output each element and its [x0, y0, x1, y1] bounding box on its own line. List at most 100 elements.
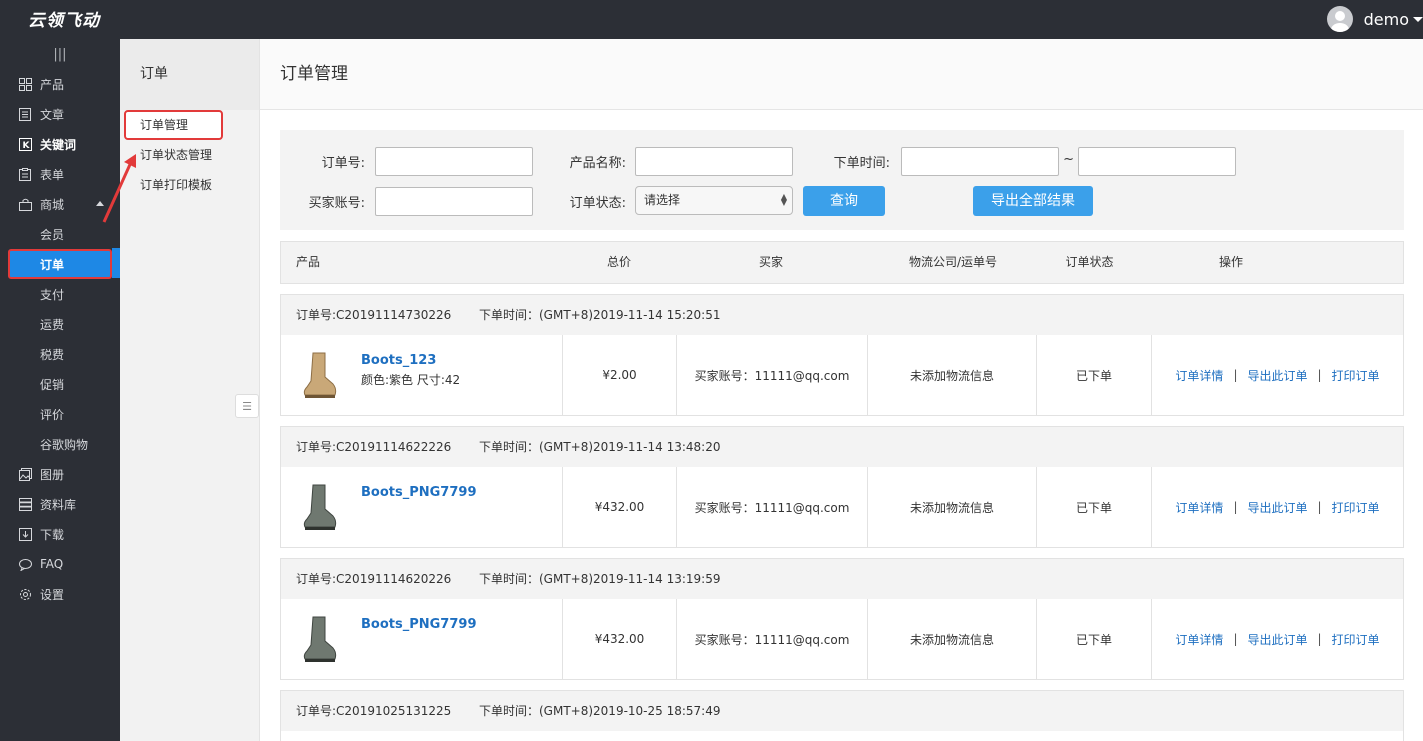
order-time: 下单时间：(GMT+8)2019-11-14 13:19:59: [479, 572, 721, 586]
print-order-link[interactable]: 打印订单: [1332, 367, 1380, 384]
separator: |: [1233, 368, 1238, 382]
sidebar-item-shipping[interactable]: 运费: [0, 309, 120, 339]
sidebar-item-form[interactable]: 表单: [0, 159, 120, 189]
product-name-link[interactable]: Boots_PNG7799: [361, 485, 476, 500]
order-total: ¥432.00: [562, 599, 676, 679]
order-time-start-input[interactable]: [901, 147, 1059, 176]
menu-collapse-icon[interactable]: |||: [0, 39, 120, 69]
download-icon: [18, 527, 32, 541]
sidebar-item-order[interactable]: 订单: [8, 249, 112, 279]
sidebar-item-review[interactable]: 评价: [0, 399, 120, 429]
product-name-link[interactable]: Boots_PNG7799: [361, 617, 476, 632]
order-buyer: 买家账号：11111@qq.com: [676, 467, 867, 547]
column-header-product: 产品: [296, 255, 321, 269]
order-status: 已下单: [1036, 599, 1151, 679]
document-icon: [18, 107, 32, 121]
print-order-link[interactable]: 打印订单: [1332, 631, 1380, 648]
order-row: Boots_PNG7799 ¥432.00 买家账号：11111@qq.com …: [281, 467, 1403, 547]
sidebar-item-label: 运费: [40, 317, 65, 332]
query-button[interactable]: 查询: [803, 186, 885, 216]
product-name-input[interactable]: [635, 147, 793, 176]
order-card: 订单号:C20191114620226 下单时间：(GMT+8)2019-11-…: [280, 558, 1404, 680]
sidebar-item-product[interactable]: 产品: [0, 69, 120, 99]
sidebar-item-label: 表单: [40, 167, 65, 182]
sidebar-item-label: FAQ: [40, 557, 64, 571]
sidebar-item-label: 订单: [40, 257, 65, 272]
secondary-sidebar: 订单 订单管理 订单状态管理 订单打印模板: [120, 39, 260, 741]
sidebar-item-settings[interactable]: 设置: [0, 579, 120, 609]
export-order-link[interactable]: 导出此订单: [1247, 499, 1307, 516]
sidebar-item-google-shopping[interactable]: 谷歌购物: [0, 429, 120, 459]
filter-panel: 订单号: 产品名称: 下单时间: ~ 买家账号: 订单状态: 请选择 ▲ ▼ 查询…: [280, 130, 1404, 230]
order-detail-link[interactable]: 订单详情: [1175, 367, 1223, 384]
sidebar-item-album[interactable]: 图册: [0, 459, 120, 489]
sidebar-item-promotion[interactable]: 促销: [0, 369, 120, 399]
sidebar-item-label: 税费: [40, 347, 65, 362]
album-icon: [18, 467, 32, 481]
chevron-down-icon[interactable]: [1413, 16, 1423, 22]
user-menu[interactable]: demo: [1326, 4, 1423, 34]
sidebar-item-download[interactable]: 下载: [0, 519, 120, 549]
active-item-indicator: [112, 248, 120, 278]
select-arrows-icon: ▲ ▼: [780, 192, 787, 207]
sidebar-item-article[interactable]: 文章: [0, 99, 120, 129]
buyer-account-input[interactable]: [375, 187, 533, 216]
order-row: Boots_PNG7799 ¥432.00 买家账号：11111@qq.com …: [281, 599, 1403, 679]
chat-icon: [18, 557, 32, 571]
order-total: ¥2.00: [562, 335, 676, 415]
order-buyer: 买家账号：11111@qq.com: [676, 599, 867, 679]
username[interactable]: demo: [1364, 10, 1409, 29]
subnav-order-management[interactable]: 订单管理: [124, 110, 223, 140]
product-name-label: 产品名称:: [569, 156, 626, 171]
order-number: 订单号:C20191114620226: [296, 572, 452, 586]
order-card-header: 订单号:C20191114622226 下单时间：(GMT+8)2019-11-…: [281, 427, 1403, 467]
order-time: 下单时间：(GMT+8)2019-11-14 13:48:20: [479, 440, 721, 454]
export-order-link[interactable]: 导出此订单: [1247, 367, 1307, 384]
product-thumbnail[interactable]: [299, 483, 339, 531]
sidebar-item-faq[interactable]: FAQ: [0, 549, 120, 579]
shop-bag-icon: [18, 197, 32, 211]
order-card-header: 订单号:C20191025131225 下单时间：(GMT+8)2019-10-…: [281, 691, 1403, 731]
page-title: 订单管理: [260, 39, 1423, 110]
sidebar-item-label: 促销: [40, 377, 65, 392]
order-time-end-input[interactable]: [1078, 147, 1236, 176]
panel-toggle-icon[interactable]: ☰: [235, 394, 259, 418]
avatar[interactable]: [1326, 6, 1353, 32]
k-box-icon: K: [18, 137, 32, 151]
order-no-input[interactable]: [375, 147, 533, 176]
order-status-select[interactable]: 请选择 ▲ ▼: [635, 186, 793, 215]
order-actions: 订单详情 | 导出此订单 | 打印订单: [1151, 599, 1403, 679]
export-order-link[interactable]: 导出此订单: [1247, 631, 1307, 648]
order-logistics: 未添加物流信息: [867, 467, 1036, 547]
print-order-link[interactable]: 打印订单: [1332, 499, 1380, 516]
sidebar-item-shop[interactable]: 商城: [0, 189, 120, 219]
top-bar: 云领飞动 demo: [0, 0, 1423, 39]
order-logistics: 未添加物流信息: [867, 599, 1036, 679]
product-name-link[interactable]: Boots_123: [361, 353, 436, 368]
clipboard-icon: [18, 167, 32, 181]
main-sidebar: ||| 产品 文章 K 关键词 表单 商城 会员 订单 支付 运费 税费 促销 …: [0, 39, 120, 741]
sidebar-item-library[interactable]: 资料库: [0, 489, 120, 519]
export-all-button[interactable]: 导出全部结果: [973, 186, 1093, 216]
order-detail-link[interactable]: 订单详情: [1175, 631, 1223, 648]
subnav-order-print-template[interactable]: 订单打印模板: [120, 170, 259, 200]
main-content: 订单管理 订单号: 产品名称: 下单时间: ~ 买家账号: 订单状态: 请选择 …: [260, 39, 1423, 741]
order-detail-link[interactable]: 订单详情: [1175, 499, 1223, 516]
product-thumbnail[interactable]: [299, 615, 339, 663]
sidebar-item-label: 会员: [40, 227, 65, 242]
order-table-header: 产品 总价 买家 物流公司/运单号 订单状态 操作: [280, 241, 1404, 284]
range-separator: ~: [1063, 152, 1074, 167]
product-thumbnail[interactable]: [299, 351, 339, 399]
order-card-header: 订单号:C20191114730226 下单时间：(GMT+8)2019-11-…: [281, 295, 1403, 335]
sidebar-item-keywords[interactable]: K 关键词: [0, 129, 120, 159]
order-actions: 订单详情 | 导出此订单 | 打印订单: [1151, 467, 1403, 547]
sidebar-item-tax[interactable]: 税费: [0, 339, 120, 369]
sidebar-item-payment[interactable]: 支付: [0, 279, 120, 309]
sidebar-item-member[interactable]: 会员: [0, 219, 120, 249]
svg-text:K: K: [22, 141, 30, 151]
order-status: 已下单: [1036, 335, 1151, 415]
order-time: 下单时间：(GMT+8)2019-11-14 15:20:51: [479, 308, 721, 322]
brand-logo[interactable]: 云领飞动: [28, 6, 100, 31]
column-header-logistics: 物流公司/运单号: [908, 255, 998, 269]
subnav-order-status-management[interactable]: 订单状态管理: [120, 140, 259, 170]
